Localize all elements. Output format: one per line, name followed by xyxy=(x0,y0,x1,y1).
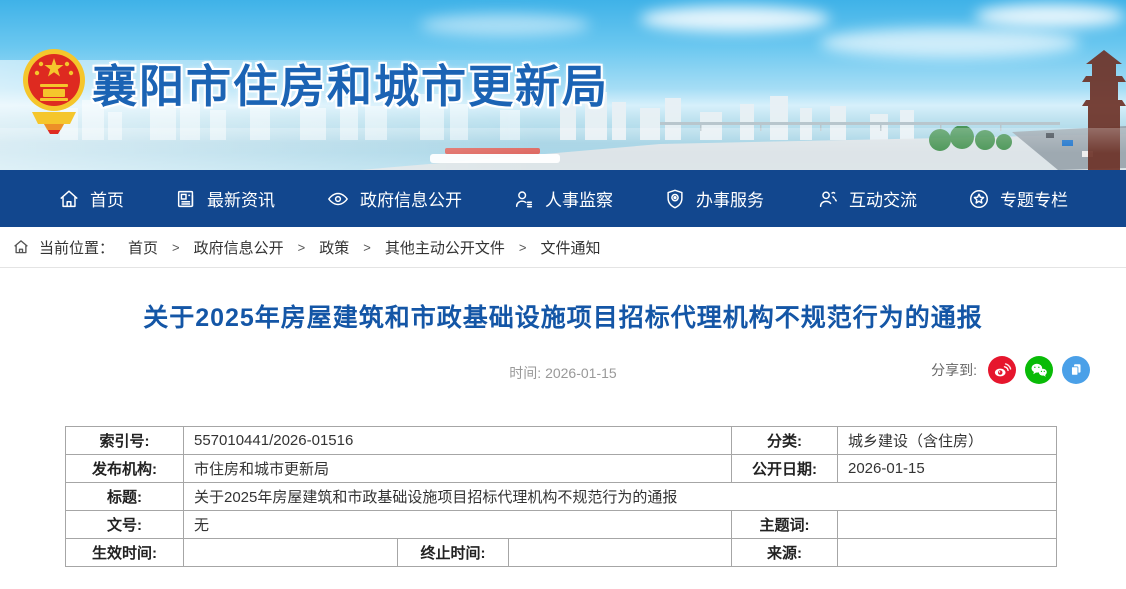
pubdate-value: 2026-01-15 xyxy=(838,455,1057,483)
table-row: 标题: 关于2025年房屋建筑和市政基础设施项目招标代理机构不规范行为的通报 xyxy=(66,483,1057,511)
docnum-label: 文号: xyxy=(66,511,184,539)
title-value: 关于2025年房屋建筑和市政基础设施项目招标代理机构不规范行为的通报 xyxy=(184,483,1057,511)
nav-label: 专题专栏 xyxy=(1000,186,1068,211)
nav-item-special[interactable]: 专题专栏 xyxy=(968,186,1068,211)
nav-item-home[interactable]: 首页 xyxy=(58,186,124,211)
keywords-label: 主题词: xyxy=(732,511,838,539)
time-label: 时间: xyxy=(509,365,541,381)
effective-value xyxy=(184,539,398,567)
keywords-value xyxy=(838,511,1057,539)
document-meta-table: 索引号: 557010441/2026-01516 分类: 城乡建设（含住房） … xyxy=(65,426,1057,567)
news-icon xyxy=(175,188,197,210)
shield-icon xyxy=(664,188,686,210)
time-value: 2026-01-15 xyxy=(545,365,617,381)
article-meta-row: 时间: 2026-01-15 分享到: xyxy=(0,356,1126,386)
table-row: 发布机构: 市住房和城市更新局 公开日期: 2026-01-15 xyxy=(66,455,1057,483)
source-label: 来源: xyxy=(732,539,838,567)
share-bar: 分享到: xyxy=(931,356,1090,384)
breadcrumb: 当前位置： 首页 > 政府信息公开 > 政策 > 其他主动公开文件 > 文件通知 xyxy=(0,227,1126,268)
breadcrumb-item-notices[interactable]: 文件通知 xyxy=(540,237,600,258)
nav-item-services[interactable]: 办事服务 xyxy=(664,186,764,211)
person-icon xyxy=(513,188,535,210)
table-row: 文号: 无 主题词: xyxy=(66,511,1057,539)
copy-link-icon[interactable] xyxy=(1062,356,1090,384)
breadcrumb-separator: > xyxy=(172,240,180,255)
star-icon xyxy=(968,188,990,210)
expiry-label: 终止时间: xyxy=(398,539,509,567)
nav-label: 办事服务 xyxy=(696,186,764,211)
breadcrumb-item-home[interactable]: 首页 xyxy=(128,237,158,258)
wechat-icon[interactable] xyxy=(1025,356,1053,384)
index-value: 557010441/2026-01516 xyxy=(184,427,732,455)
nav-item-interaction[interactable]: 互动交流 xyxy=(815,186,917,211)
nav-item-news[interactable]: 最新资讯 xyxy=(175,186,275,211)
pubdate-label: 公开日期: xyxy=(732,455,838,483)
nav-label: 最新资讯 xyxy=(207,186,275,211)
national-emblem xyxy=(20,42,88,138)
cloud-shape xyxy=(975,4,1125,28)
breadcrumb-item-other-docs[interactable]: 其他主动公开文件 xyxy=(385,237,505,258)
eye-icon xyxy=(326,188,350,210)
nav-label: 人事监察 xyxy=(545,186,613,211)
breadcrumb-item-policy[interactable]: 政策 xyxy=(319,237,349,258)
agency-label: 发布机构: xyxy=(66,455,184,483)
category-label: 分类: xyxy=(732,427,838,455)
cloud-shape xyxy=(640,6,830,32)
docnum-value: 无 xyxy=(184,511,732,539)
nav-label: 政府信息公开 xyxy=(360,186,462,211)
expiry-value xyxy=(509,539,732,567)
main-nav: 首页 最新资讯 政府信息公开 人事监察 办事服务 互动交流 专题专栏 xyxy=(0,170,1126,227)
header-banner: 襄阳市住房和城市更新局 xyxy=(0,0,1126,170)
nav-item-gov-info[interactable]: 政府信息公开 xyxy=(326,186,462,211)
table-row: 生效时间: 终止时间: 来源: xyxy=(66,539,1057,567)
effective-label: 生效时间: xyxy=(66,539,184,567)
nav-label: 互动交流 xyxy=(849,186,917,211)
page-title: 关于2025年房屋建筑和市政基础设施项目招标代理机构不规范行为的通报 xyxy=(0,298,1126,334)
index-label: 索引号: xyxy=(66,427,184,455)
agency-value: 市住房和城市更新局 xyxy=(184,455,732,483)
nav-label: 首页 xyxy=(90,186,124,211)
table-row: 索引号: 557010441/2026-01516 分类: 城乡建设（含住房） xyxy=(66,427,1057,455)
cloud-shape xyxy=(820,28,1080,58)
weibo-icon[interactable] xyxy=(988,356,1016,384)
breadcrumb-item-gov-info[interactable]: 政府信息公开 xyxy=(194,237,284,258)
breadcrumb-label: 当前位置： xyxy=(39,237,114,258)
source-value xyxy=(838,539,1057,567)
cloud-shape xyxy=(420,14,590,36)
home-icon xyxy=(58,188,80,210)
breadcrumb-separator: > xyxy=(519,240,527,255)
category-value: 城乡建设（含住房） xyxy=(838,427,1057,455)
breadcrumb-separator: > xyxy=(298,240,306,255)
breadcrumb-home-icon xyxy=(12,238,30,256)
site-title: 襄阳市住房和城市更新局 xyxy=(92,50,609,115)
share-label: 分享到: xyxy=(931,360,977,380)
breadcrumb-separator: > xyxy=(363,240,371,255)
chat-icon xyxy=(815,188,839,210)
nav-item-personnel[interactable]: 人事监察 xyxy=(513,186,613,211)
title-label: 标题: xyxy=(66,483,184,511)
